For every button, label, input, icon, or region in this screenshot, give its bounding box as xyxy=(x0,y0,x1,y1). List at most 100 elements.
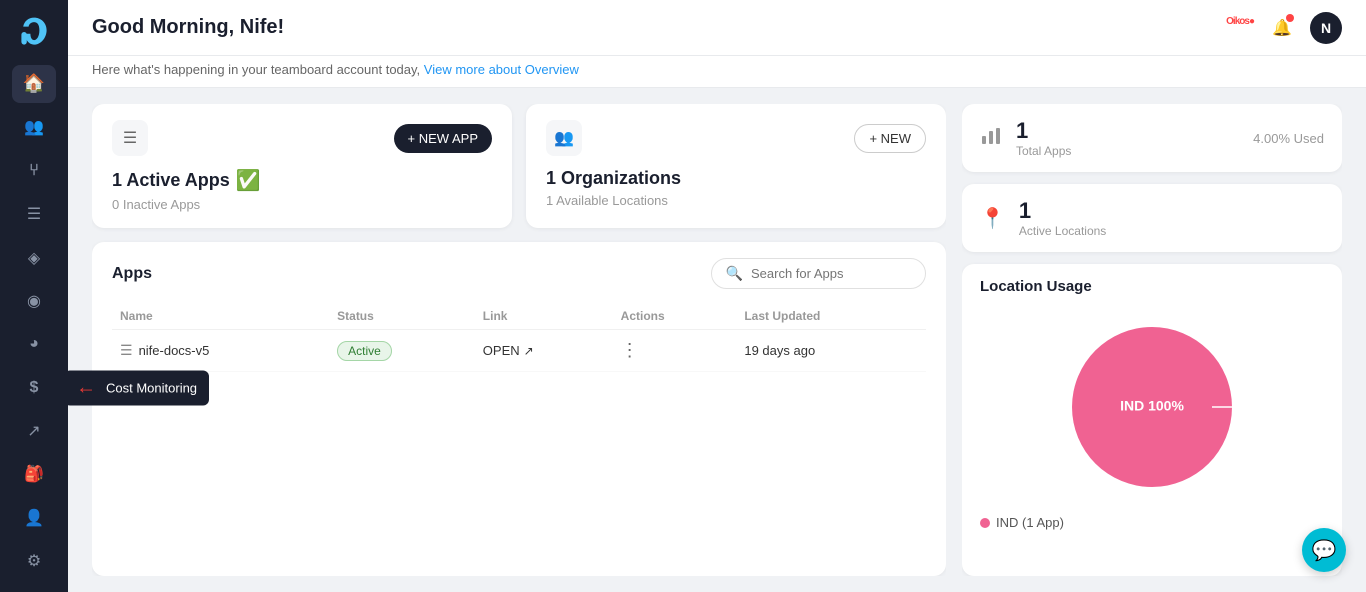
available-locations: 1 Available Locations xyxy=(546,193,926,208)
more-actions-button[interactable]: ⋮ xyxy=(621,340,640,360)
sidebar-item-home[interactable]: 🏠 xyxy=(12,65,56,102)
notification-button[interactable]: 🔔 xyxy=(1266,12,1298,44)
sidebar-item-analytics[interactable]: ◕ xyxy=(12,326,56,363)
app-updated-cell: 19 days ago xyxy=(736,330,926,372)
user-avatar[interactable]: N xyxy=(1310,12,1342,44)
sidebar-item-list[interactable]: ☰ xyxy=(12,195,56,232)
sidebar-item-support[interactable]: 🎒 xyxy=(12,456,56,493)
total-apps-info: 1 Total Apps xyxy=(1016,118,1071,158)
sidebar-item-users[interactable]: 👤 xyxy=(12,499,56,536)
red-arrow-icon: ← xyxy=(76,376,96,399)
col-last-updated: Last Updated xyxy=(736,303,926,330)
brand-logo: Oikos● xyxy=(1226,12,1254,43)
app-status-cell: Active xyxy=(329,330,475,372)
greeting: Good Morning, Nife! xyxy=(92,16,284,39)
new-app-button[interactable]: + NEW APP xyxy=(394,124,492,153)
pie-label-text: IND 100% xyxy=(1120,398,1184,414)
chat-icon: 💬 xyxy=(1312,538,1337,563)
header: Good Morning, Nife! Oikos● 🔔 N xyxy=(68,0,1366,56)
left-panel: ☰ + NEW APP 1 Active Apps ✅ 0 Inactive A… xyxy=(92,104,946,576)
total-apps-stat: 1 Total Apps 4.00% Used xyxy=(962,104,1342,172)
brand-name-text: Oikos xyxy=(1226,16,1249,27)
header-right: Oikos● 🔔 N xyxy=(1226,12,1342,44)
total-apps-number: 1 xyxy=(1016,118,1071,144)
sidebar-item-team[interactable]: 👥 xyxy=(12,109,56,146)
apps-table-card: Apps 🔍 Name Status Link Actions Last Upd xyxy=(92,242,946,576)
overview-link[interactable]: View more about Overview xyxy=(424,62,579,77)
active-apps-card: ☰ + NEW APP 1 Active Apps ✅ 0 Inactive A… xyxy=(92,104,512,228)
app-list-icon: ☰ xyxy=(120,342,133,359)
active-apps-count: 1 Active Apps xyxy=(112,170,230,191)
right-panel: 1 Total Apps 4.00% Used 📍 1 Active Locat… xyxy=(962,104,1342,576)
col-name: Name xyxy=(112,303,329,330)
support-icon: 🎒 xyxy=(24,464,44,484)
status-badge: Active xyxy=(337,341,392,361)
pie-legend: IND (1 App) xyxy=(980,515,1324,530)
check-icon: ✅ xyxy=(236,168,261,193)
cards-row: ☰ + NEW APP 1 Active Apps ✅ 0 Inactive A… xyxy=(92,104,946,228)
app-actions-cell[interactable]: ⋮ xyxy=(613,330,737,372)
organizations-card-header: 👥 + NEW xyxy=(546,120,926,156)
apps-list-icon: ☰ xyxy=(112,120,148,156)
col-status: Status xyxy=(329,303,475,330)
location-usage-title: Location Usage xyxy=(980,278,1324,295)
sidebar: 🏠 👥 ⑂ ☰ ◈ ◉ ◕ $ ← Cost Monitoring ↗ 🎒 👤 … xyxy=(0,0,68,592)
team-icon: 👥 xyxy=(24,117,44,137)
col-link: Link xyxy=(475,303,613,330)
trending-icon: ↗ xyxy=(27,421,40,441)
active-apps-title: 1 Active Apps ✅ xyxy=(112,168,492,193)
total-apps-usage: 4.00% Used xyxy=(1253,131,1324,146)
cost-monitoring-tooltip: ← Cost Monitoring xyxy=(64,370,209,405)
search-input[interactable] xyxy=(751,266,911,281)
active-apps-card-header: ☰ + NEW APP xyxy=(112,120,492,156)
sidebar-item-trending[interactable]: ↗ xyxy=(12,412,56,449)
total-apps-label: Total Apps xyxy=(1016,144,1071,158)
sidebar-item-settings[interactable]: ⚙ xyxy=(12,543,56,580)
pie-legend-text: IND (1 App) xyxy=(996,515,1064,530)
new-org-button[interactable]: + NEW xyxy=(854,124,926,153)
org-icon: 👥 xyxy=(546,120,582,156)
logo[interactable] xyxy=(13,12,55,51)
active-locations-info: 1 Active Locations xyxy=(1019,198,1106,238)
location-usage-card: Location Usage IND 100% IND (1 App) xyxy=(962,264,1342,576)
app-name-wrapper: ☰ nife-docs-v5 xyxy=(120,342,321,359)
open-link[interactable]: OPEN ↗ xyxy=(483,343,605,358)
active-locations-label: Active Locations xyxy=(1019,224,1106,238)
pie-chart-container: IND 100% xyxy=(980,307,1324,507)
apps-table-title: Apps xyxy=(112,265,152,283)
users-icon: 👤 xyxy=(24,508,44,528)
app-name-text: nife-docs-v5 xyxy=(139,343,210,358)
stat-left-loc: 📍 1 Active Locations xyxy=(980,198,1106,238)
layers-icon: ◈ xyxy=(28,248,40,268)
chat-button[interactable]: 💬 xyxy=(1302,528,1346,572)
sidebar-item-git[interactable]: ⑂ xyxy=(12,152,56,189)
search-box[interactable]: 🔍 xyxy=(711,258,926,289)
col-actions: Actions xyxy=(613,303,737,330)
location-icon: ◉ xyxy=(27,291,41,311)
sidebar-item-cost[interactable]: $ ← Cost Monitoring xyxy=(12,369,56,406)
bar-chart-icon xyxy=(980,124,1002,152)
sidebar-item-location[interactable]: ◉ xyxy=(12,282,56,319)
sidebar-item-layers[interactable]: ◈ xyxy=(12,239,56,276)
main-content: Good Morning, Nife! Oikos● 🔔 N Here what… xyxy=(68,0,1366,592)
notification-badge xyxy=(1286,14,1294,22)
search-icon: 🔍 xyxy=(726,265,743,282)
apps-table: Name Status Link Actions Last Updated ☰ xyxy=(112,303,926,372)
location-pin-icon: 📍 xyxy=(980,206,1005,231)
git-icon: ⑂ xyxy=(29,162,39,180)
home-icon: 🏠 xyxy=(23,73,45,94)
app-link-cell[interactable]: OPEN ↗ xyxy=(475,330,613,372)
sub-header-text: Here what's happening in your teamboard … xyxy=(92,62,420,77)
dollar-icon: $ xyxy=(30,379,39,397)
tooltip-label: Cost Monitoring xyxy=(106,380,197,395)
active-locations-number: 1 xyxy=(1019,198,1106,224)
app-name-cell: ☰ nife-docs-v5 xyxy=(112,330,329,372)
organizations-title: 1 Organizations xyxy=(546,168,926,189)
apps-table-header: Apps 🔍 xyxy=(112,258,926,289)
settings-icon: ⚙ xyxy=(27,551,41,571)
sub-header: Here what's happening in your teamboard … xyxy=(68,56,1366,88)
stat-left: 1 Total Apps xyxy=(980,118,1071,158)
organizations-card: 👥 + NEW 1 Organizations 1 Available Loca… xyxy=(526,104,946,228)
pie-legend-dot xyxy=(980,518,990,528)
list-icon: ☰ xyxy=(27,204,41,224)
